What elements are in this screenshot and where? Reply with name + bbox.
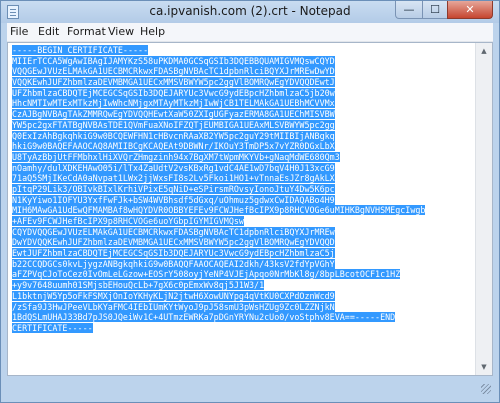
menu-help[interactable]: Help	[140, 25, 165, 38]
text-line[interactable]: EwtJUFZhbmlzaCBDQTEjMCEGCSqGSIb3DQEJARYU…	[12, 248, 474, 259]
text-line[interactable]: VQQKEwhJUFZhbmlzaDEVMBMGA1UECxMMSVBWYW5p…	[12, 77, 474, 88]
close-button[interactable]: ✕	[447, 1, 493, 19]
resize-grip-icon[interactable]	[481, 384, 491, 394]
selected-text: MIIErTCCA5WgAwIBAgIJAMYKzS58uPKDMA0GCSqG…	[12, 55, 335, 66]
text-line[interactable]: N1KyYiwo1IOFYU3YxfFwFJk+bSW4WVBhsdf5dGxq…	[12, 194, 474, 206]
selected-text: aFZPVqCJoToCez0IvOmLeLGzow+EOSrY508oyjYe…	[12, 269, 401, 280]
selected-text: YW5pc2gxFTATBgNVBAsTDE1QVmFuaXNoIFZQTjEU…	[12, 119, 335, 130]
selected-text: 71aQ5SMjIKeCdA0aNvpat1LWx2jjWxsFI8s2Lv5F…	[12, 173, 335, 184]
text-line[interactable]: 71aQ5SMjIKeCdA0aNvpat1LWx2jjWxsFI8s2Lv5F…	[12, 173, 474, 184]
menu-file[interactable]: File	[10, 25, 28, 38]
selected-text: CERTIFICATE-----	[12, 322, 93, 333]
menu-edit[interactable]: Edit	[38, 25, 59, 38]
selected-text: U8TyAzBbjUtFFMbhxlHiXVQrZHmgzinh94x7BgXM…	[12, 151, 340, 162]
selected-text: CQYDVQQGEwJVUzELMAkGA1UECBMCRkwxFDASBgNV…	[12, 226, 335, 237]
selected-text: VQQGEwJVUzELMAkGA1UECBMCRkwxFDASBgNVBAcT…	[12, 66, 335, 77]
vertical-scrollbar[interactable]: ▲ ▼	[475, 43, 492, 375]
text-line[interactable]: UFZhbmlzaCBDQTEjMCEGCSqGSIb3DQEJARYUc3Vw…	[12, 87, 474, 99]
text-line[interactable]: +AFEv9FCWJHefBcIPX9p8RHCVOGe6uoYGbpIGYMI…	[12, 216, 474, 227]
text-line[interactable]: -----BEGIN CERTIFICATE-----	[12, 45, 474, 56]
text-line[interactable]: L1bktnjW5Yp5oFkFSMXjOnIoYKHyKLjN2jtwH6Xo…	[12, 290, 474, 302]
minimize-icon: —	[403, 3, 415, 16]
text-line[interactable]: 1BdQSLmUHAJ33Bd7pJS0JQeiWv1C+4UTmzEWRKa7…	[12, 312, 474, 323]
selected-text: CzAJBgNVBAgTAkZMMRQwEgYDVQQHEwtXaW50ZXIg…	[12, 109, 335, 120]
selected-text: DwYDVQQKEwhJUFZhbmlzaDEVMBMGA1UECxMMSVBW…	[12, 237, 335, 248]
text-line[interactable]: MIIErTCCA5WgAwIBAgIJAMYKzS58uPKDMA0GCSqG…	[12, 55, 474, 67]
selected-text: N1KyYiwo1IOFYU3YxfFwFJk+bSW4WVBhsdf5dGxq…	[12, 194, 335, 205]
selected-text: b22CCQDGCs0kvLjygzANBgkqhkiG9w0BAQQFAAOC…	[12, 258, 335, 269]
maximize-icon: ☐	[430, 3, 440, 16]
selected-text: 1BdQSLmUHAJ33Bd7pJS0JQeiWv1C+4UTmzEWRKa7…	[12, 312, 396, 323]
status-bar	[7, 377, 493, 396]
text-line[interactable]: pItqP29Lik3/OBIvkBIxlKrhiVPixE5qNiD+eSPi…	[12, 183, 474, 195]
selected-text: EwtJUFZhbmlzaCBDQTEjMCEGCSqGSIb3DQEJARYU…	[12, 248, 335, 259]
menu-view[interactable]: View	[108, 25, 134, 38]
scroll-down-arrow-icon[interactable]: ▼	[476, 359, 492, 375]
selected-text: nOamhy/dulXDKEHAwO05i/lTx4ZaUdtV2vsKBxRg…	[12, 162, 335, 173]
text-line[interactable]: b22CCQDGCs0kvLjygzANBgkqhkiG9w0BAQQFAAOC…	[12, 258, 474, 270]
text-line[interactable]: CERTIFICATE-----	[12, 322, 474, 334]
menu-bar: File Edit Format View Help	[7, 23, 493, 42]
minimize-button[interactable]: —	[395, 1, 423, 19]
text-line[interactable]: nOamhy/dulXDKEHAwO05i/lTx4ZaUdtV2vsKBxRg…	[12, 162, 474, 174]
close-icon: ✕	[465, 3, 475, 16]
selected-text: +y9v7648uumh01SMjsbEHouQcLb+7gX6c0pEmxWv…	[12, 280, 265, 291]
selected-text: VQQKEwhJUFZhbmlzaDEVMBMGA1UECxMMSVBWYW5p…	[12, 77, 335, 88]
selected-text: -----BEGIN CERTIFICATE-----	[12, 45, 149, 55]
text-line[interactable]: HhcNMTIwMTExMTkzMjIwWhcNMjgxMTAyMTkzMjIw…	[12, 98, 474, 109]
text-line[interactable]: Q0ExIzAhBgkqhkiG9w0BCQEWFHN1cHBvcnRAaXB2…	[12, 130, 474, 142]
text-line[interactable]: /zSfa9J3HwJPeeVLbKYaFMC4IEbIUmKYtWyoJ9pJ…	[12, 301, 474, 313]
selected-text: MIH6MAwGA1UdEwQFMAMBAf8wHQYDVR0OBBYEFEv9…	[12, 205, 426, 216]
selected-text: pItqP29Lik3/OBIvkBIxlKrhiVPixE5qNiD+eSPi…	[12, 183, 335, 194]
text-editor[interactable]: -----BEGIN CERTIFICATE----- MIIErTCCA5WgA…	[7, 42, 493, 376]
text-line[interactable]: hkiG9w0BAQEFAAOCAQ8AMIIBCgKCAQEAt9DBWNr/…	[12, 141, 474, 152]
selected-text: HhcNMTIwMTExMTkzMjIwWhcNMjgxMTAyMTkzMjIw…	[12, 98, 335, 109]
selected-text: Q0ExIzAhBgkqhkiG9w0BCQEWFHN1cHBvcnRAaXB2…	[12, 130, 335, 141]
notepad-window: ca.ipvanish.com (2).crt - Notepad — ☐ ✕ …	[0, 0, 500, 403]
text-line[interactable]: aFZPVqCJoToCez0IvOmLeLGzow+EOSrY508oyjYe…	[12, 269, 474, 280]
maximize-button[interactable]: ☐	[422, 1, 448, 19]
scroll-up-arrow-icon[interactable]: ▲	[476, 43, 492, 59]
text-line[interactable]: YW5pc2gxFTATBgNVBAsTDE1QVmFuaXNoIFZQTjEU…	[12, 119, 474, 131]
text-line[interactable]: DwYDVQQKEwhJUFZhbmlzaDEVMBMGA1UECxMMSVBW…	[12, 237, 474, 248]
selected-text: /zSfa9J3HwJPeeVLbKYaFMC4IEbIUmKYtWyoJ9pJ…	[12, 301, 335, 312]
menu-format[interactable]: Format	[67, 25, 106, 38]
text-line[interactable]: CQYDVQQGEwJVUzELMAkGA1UECBMCRkwxFDASBgNV…	[12, 226, 474, 238]
editor-content[interactable]: -----BEGIN CERTIFICATE----- MIIErTCCA5WgA…	[12, 45, 474, 334]
text-line[interactable]: CzAJBgNVBAgTAkZMMRQwEgYDVQQHEwtXaW50ZXIg…	[12, 109, 474, 120]
text-line[interactable]: VQQGEwJVUzELMAkGA1UECBMCRkwxFDASBgNVBAcT…	[12, 66, 474, 77]
selected-text: UFZhbmlzaCBDQTEjMCEGCSqGSIb3DQEJARYUc3Vw…	[12, 87, 335, 98]
text-line[interactable]: MIH6MAwGA1UdEwQFMAMBAf8wHQYDVR0OBBYEFEv9…	[12, 205, 474, 216]
text-line[interactable]: +y9v7648uumh01SMjsbEHouQcLb+7gX6c0pEmxWv…	[12, 280, 474, 291]
selected-text: hkiG9w0BAQEFAAOCAQ8AMIIBCgKCAQEAt9DBWNr/…	[12, 141, 335, 152]
selected-text: L1bktnjW5Yp5oFkFSMXjOnIoYKHyKLjN2jtwH6Xo…	[12, 290, 335, 301]
selected-text: +AFEv9FCWJHefBcIPX9p8RHCVOGe6uoYGbpIGYMI…	[12, 216, 244, 226]
text-line[interactable]: U8TyAzBbjUtFFMbhxlHiXVQrZHmgzinh94x7BgXM…	[12, 151, 474, 163]
